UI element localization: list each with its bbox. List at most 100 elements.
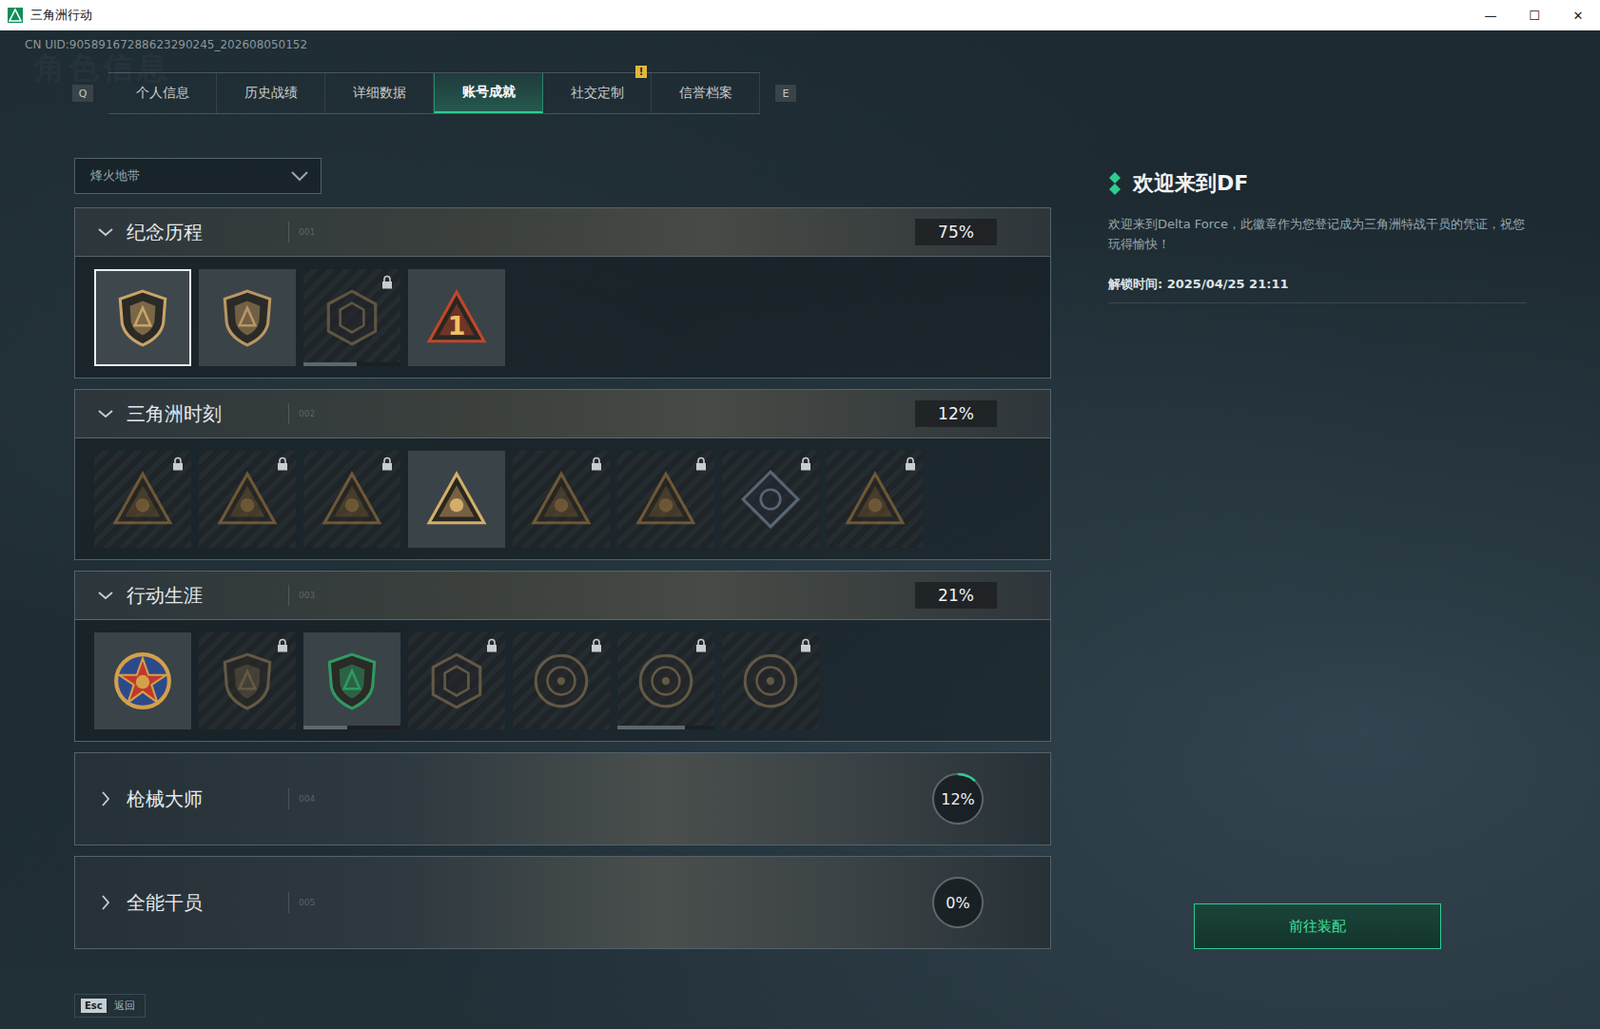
lock-icon	[695, 456, 707, 471]
section-title: 三角洲时刻	[126, 401, 289, 428]
badge-tile[interactable]	[198, 450, 296, 548]
lock-icon	[381, 456, 393, 471]
section-title: 行动生涯	[126, 583, 289, 609]
lock-icon	[276, 456, 289, 471]
section-percent: 75%	[915, 218, 997, 246]
next-tab-key[interactable]: E	[775, 84, 797, 102]
chevron-down-icon	[290, 170, 310, 182]
badge-tile[interactable]	[408, 632, 506, 730]
section-title: 枪械大师	[126, 786, 289, 813]
uid-label: CN UID:90589167288623290245_202608050152	[0, 30, 1600, 59]
triangle-badge-icon	[320, 468, 384, 531]
svg-text:1: 1	[448, 311, 467, 341]
section-header[interactable]: 行动生涯00321%	[75, 571, 1051, 621]
section-header[interactable]: 纪念历程00175%	[75, 208, 1051, 257]
section-progress-ring: 12%	[928, 769, 988, 829]
badge-grid	[75, 620, 1051, 742]
prev-tab-key[interactable]: Q	[72, 84, 94, 102]
hex-badge-icon	[425, 649, 488, 713]
tab[interactable]: 详细数据	[325, 73, 434, 114]
chevron-down-icon	[96, 585, 116, 605]
app-logo-icon	[7, 7, 23, 23]
badge-tile[interactable]: 1	[408, 269, 506, 367]
window-control[interactable]: —	[1468, 0, 1513, 31]
diamond-icon	[1108, 172, 1122, 196]
lock-icon	[590, 456, 603, 471]
badge-tile[interactable]	[826, 450, 924, 548]
lock-icon	[276, 638, 289, 653]
esc-key[interactable]: Esc	[80, 998, 107, 1014]
badge-tile[interactable]	[721, 450, 820, 548]
triangle-badge-icon	[634, 468, 698, 531]
badge-progress	[303, 362, 401, 367]
chevron-right-icon	[96, 789, 116, 809]
section-progress-ring: 0%	[928, 873, 988, 933]
lock-icon	[800, 456, 812, 471]
achievement-section: 三角洲时刻 002 12%	[74, 389, 1052, 561]
lock-icon	[800, 638, 812, 653]
badge-tile[interactable]	[617, 450, 715, 548]
star-badge-icon	[111, 649, 175, 713]
unlock-time: 解锁时间: 2025/04/25 21:11	[1108, 275, 1527, 293]
round-badge-icon	[739, 649, 802, 713]
back-label[interactable]: 返回	[114, 998, 136, 1014]
game-window: 三角洲行动—☐✕角色信息CN UID:90589167288623290245_…	[0, 0, 1600, 1029]
footer: Esc 返回	[74, 994, 146, 1018]
badge-tile[interactable]	[617, 632, 715, 730]
badge-grid	[75, 438, 1051, 560]
tab[interactable]: 历史战绩	[216, 73, 326, 114]
lock-icon	[590, 638, 603, 653]
alert-badge: !	[635, 65, 647, 79]
section-index: 002	[298, 409, 315, 419]
badge-progress	[303, 725, 401, 730]
section-index: 005	[298, 897, 315, 908]
achievement-section: 枪械大师 004 12%	[74, 752, 1052, 846]
tab[interactable]: 信誉档案	[651, 73, 761, 114]
section-header[interactable]: 枪械大师 004 12%	[75, 753, 1051, 845]
badge-tile[interactable]	[303, 632, 401, 730]
lock-icon	[904, 456, 917, 471]
badge-tile[interactable]	[303, 450, 401, 548]
lock-icon	[695, 638, 707, 653]
section-title: 全能干员	[126, 890, 289, 917]
badge-tile[interactable]	[198, 269, 296, 367]
badge-progress	[617, 725, 715, 730]
tab-bar: Q 个人信息历史战绩详细数据账号成就社交定制!信誉档案 E	[72, 73, 1600, 114]
triangle-badge-icon: 1	[425, 286, 488, 350]
badge-grid: 1	[75, 256, 1051, 378]
hex-badge-icon	[320, 286, 384, 350]
shield-badge-icon	[111, 286, 175, 350]
page-watermark: 角色信息	[34, 47, 172, 90]
round-badge-icon	[634, 649, 698, 713]
section-index: 004	[298, 794, 315, 804]
badge-tile[interactable]	[512, 450, 610, 548]
badge-tile[interactable]	[94, 632, 192, 730]
badge-tile[interactable]	[512, 632, 610, 730]
badge-tile[interactable]	[303, 269, 401, 367]
badge-tile[interactable]	[721, 632, 820, 730]
tab[interactable]: 社交定制!	[543, 73, 652, 114]
screen: 角色信息CN UID:90589167288623290245_20260805…	[0, 30, 1600, 1029]
triangle-badge-icon	[425, 468, 488, 531]
window-title: 三角洲行动	[30, 6, 93, 24]
section-index: 003	[298, 590, 315, 601]
badge-tile[interactable]	[94, 269, 192, 367]
window-control[interactable]: ✕	[1556, 0, 1600, 31]
diamond-badge-icon	[739, 468, 802, 531]
achievement-section: 纪念历程00175%1	[74, 207, 1052, 379]
equip-button[interactable]: 前往装配	[1193, 903, 1442, 950]
badge-tile[interactable]	[94, 450, 192, 548]
mode-dropdown[interactable]: 烽火地带	[74, 157, 322, 195]
tab[interactable]: 账号成就	[433, 73, 544, 114]
lock-icon	[172, 456, 184, 471]
badge-tile[interactable]	[408, 450, 506, 548]
round-badge-icon	[529, 649, 593, 713]
section-percent: 12%	[915, 400, 997, 428]
section-header[interactable]: 全能干员 005 0%	[75, 857, 1051, 949]
shield-badge-icon	[215, 649, 279, 713]
section-header[interactable]: 三角洲时刻 002 12%	[75, 390, 1051, 439]
tab[interactable]: 个人信息	[108, 73, 217, 114]
section-index: 001	[298, 227, 315, 237]
badge-tile[interactable]	[198, 632, 296, 730]
window-control[interactable]: ☐	[1512, 0, 1557, 31]
